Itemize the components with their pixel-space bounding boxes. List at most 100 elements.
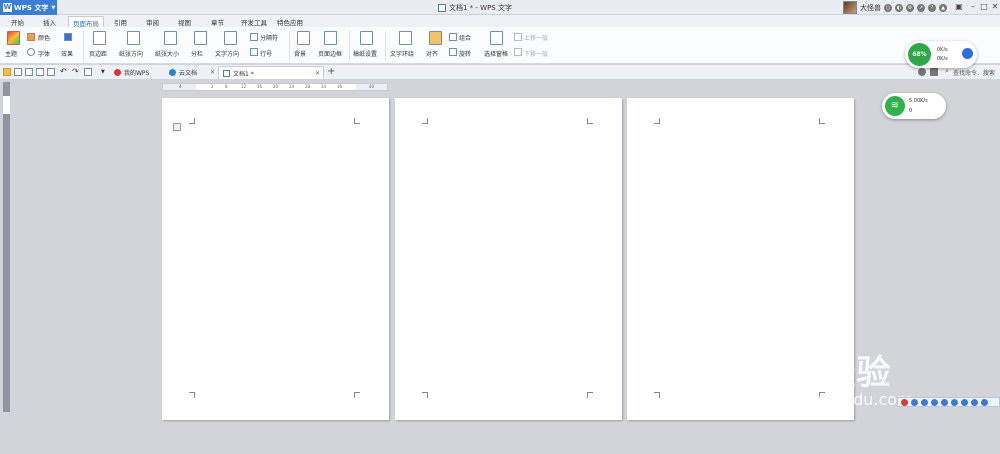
theme-icon[interactable]	[7, 31, 20, 45]
app-menu-button[interactable]: W WPS 文字 ▼	[0, 0, 57, 15]
close-button[interactable]: ✕	[990, 2, 1000, 12]
wifi-widget[interactable]: ≋ 5.00K/s 0	[882, 93, 946, 119]
margins-button[interactable]: 页边距	[89, 49, 107, 58]
maximize-button[interactable]: □	[979, 2, 989, 12]
mic-icon[interactable]	[941, 398, 948, 406]
baidu-watermark: Bai 经验 jingyan.baidu.com	[745, 345, 913, 409]
effects-button[interactable]: 效果	[61, 49, 73, 58]
document-icon	[223, 69, 230, 77]
menu-icon[interactable]	[981, 398, 988, 406]
tab-review[interactable]: 审阅	[146, 17, 159, 27]
skin-icon[interactable]	[961, 398, 968, 406]
speed-ball-percent: 68%	[908, 43, 931, 66]
page-1[interactable]	[162, 98, 389, 420]
page-2[interactable]	[395, 98, 622, 420]
ruler-mark: 40	[369, 84, 375, 89]
theme-button[interactable]: 主题	[5, 49, 17, 58]
user-name[interactable]: 大怪兽	[860, 3, 881, 13]
ime-toolbar[interactable]	[897, 397, 1000, 407]
rotate-button[interactable]: 旋转	[459, 49, 471, 58]
settings-icon[interactable]	[918, 68, 926, 76]
preview-icon[interactable]	[47, 68, 55, 76]
bring-forward-button[interactable]: 上移一层	[524, 33, 548, 42]
paper-size-icon	[164, 31, 177, 45]
send-backward-button[interactable]: 下移一层	[524, 49, 548, 58]
tab-cloud-docs[interactable]: 云文档 ✕	[165, 66, 218, 79]
line-numbers-button[interactable]: 行号	[260, 49, 272, 58]
separator	[289, 31, 290, 61]
help-icon[interactable]: ?	[928, 3, 936, 12]
skin-icon[interactable]: ◐	[895, 3, 903, 12]
ruler-mark: 2	[211, 84, 214, 89]
collapse-ribbon-icon[interactable]: ▲	[939, 3, 947, 12]
speed-ball-widget[interactable]: 68% 0K/s 0K/s	[905, 41, 977, 68]
rotate-icon	[449, 48, 457, 56]
breaks-button[interactable]: 分隔符	[260, 33, 278, 42]
text-direction-button[interactable]: 文字方向	[215, 49, 239, 58]
redo-icon[interactable]: ↷	[72, 68, 80, 76]
window-title-text: 文档1 * - WPS 文字	[449, 4, 512, 12]
sogou-icon[interactable]	[901, 398, 908, 406]
paste-options-icon[interactable]	[173, 123, 181, 131]
margin-marker	[354, 392, 360, 398]
format-painter-icon[interactable]	[84, 68, 92, 76]
undo-icon[interactable]: ↶	[60, 68, 68, 76]
minimize-button[interactable]: –	[968, 2, 978, 12]
vertical-ruler[interactable]	[3, 82, 10, 412]
margin-marker	[819, 118, 825, 124]
chevron-down-icon[interactable]: ▼	[101, 68, 109, 76]
search-icon[interactable]: ⌕	[945, 67, 949, 76]
colors-button[interactable]: 颜色	[38, 33, 50, 42]
selection-pane-button[interactable]: 选择窗格	[484, 49, 508, 58]
open-icon[interactable]	[3, 68, 11, 76]
send-backward-icon	[514, 48, 522, 56]
skin-icon[interactable]	[930, 68, 938, 76]
tab-developer[interactable]: 开发工具	[241, 17, 267, 27]
keyboard-icon[interactable]	[951, 398, 958, 406]
window-mode-button[interactable]: ▣	[954, 2, 964, 12]
save-icon[interactable]	[14, 68, 22, 76]
tab-insert[interactable]: 插入	[43, 17, 56, 27]
export-pdf-icon[interactable]	[25, 68, 33, 76]
wrap-text-button[interactable]: 文字环绕	[390, 49, 414, 58]
close-tab-icon[interactable]: ✕	[210, 69, 215, 76]
margin-marker	[587, 118, 593, 124]
status-icon[interactable]: ○	[884, 3, 892, 12]
orientation-icon	[127, 31, 140, 45]
new-tab-button[interactable]: +	[327, 66, 335, 77]
background-button[interactable]: 背景	[294, 49, 306, 58]
align-button[interactable]: 对齐	[426, 49, 438, 58]
tab-my-wps[interactable]: 我的WPS	[110, 66, 165, 79]
tab-cloud-docs-label: 云文档	[179, 70, 198, 77]
shirt-icon[interactable]	[971, 398, 978, 406]
punctuation-icon[interactable]	[921, 398, 928, 406]
avatar[interactable]	[843, 1, 857, 14]
close-tab-icon[interactable]: ✕	[315, 70, 320, 77]
group-button[interactable]: 组合	[459, 33, 471, 42]
wps-logo-icon: W	[3, 3, 12, 12]
orientation-button[interactable]: 纸张方向	[119, 49, 143, 58]
bring-forward-icon	[514, 33, 522, 41]
search-input[interactable]: 查找命令、搜索	[953, 68, 995, 77]
separator	[349, 31, 350, 61]
tab-home[interactable]: 开始	[11, 17, 24, 27]
emoji-icon[interactable]	[931, 398, 938, 406]
horizontal-ruler[interactable]: 4 2 8 12 16 20 24 28 34 36 40	[162, 83, 388, 91]
chinese-mode-icon[interactable]	[911, 398, 918, 406]
manuscript-button[interactable]: 稿纸设置	[353, 49, 377, 58]
columns-button[interactable]: 分栏	[191, 49, 203, 58]
page-borders-button[interactable]: 页面边框	[318, 49, 342, 58]
tab-view[interactable]: 视图	[178, 17, 191, 27]
tab-references[interactable]: 引用	[114, 17, 127, 27]
tab-features[interactable]: 特色应用	[277, 17, 303, 27]
paper-size-button[interactable]: 纸张大小	[155, 49, 179, 58]
margin-marker	[354, 118, 360, 124]
fonts-button[interactable]: 字体	[38, 49, 50, 58]
gear-icon[interactable]: ⚙	[906, 3, 914, 12]
share-icon[interactable]: ➚	[917, 3, 925, 12]
tab-document1[interactable]: 文档1 * ✕	[218, 66, 324, 79]
print-icon[interactable]	[36, 68, 44, 76]
tab-chapter[interactable]: 章节	[211, 17, 224, 27]
ruler-mark: 8	[225, 84, 228, 89]
margin-marker	[587, 392, 593, 398]
